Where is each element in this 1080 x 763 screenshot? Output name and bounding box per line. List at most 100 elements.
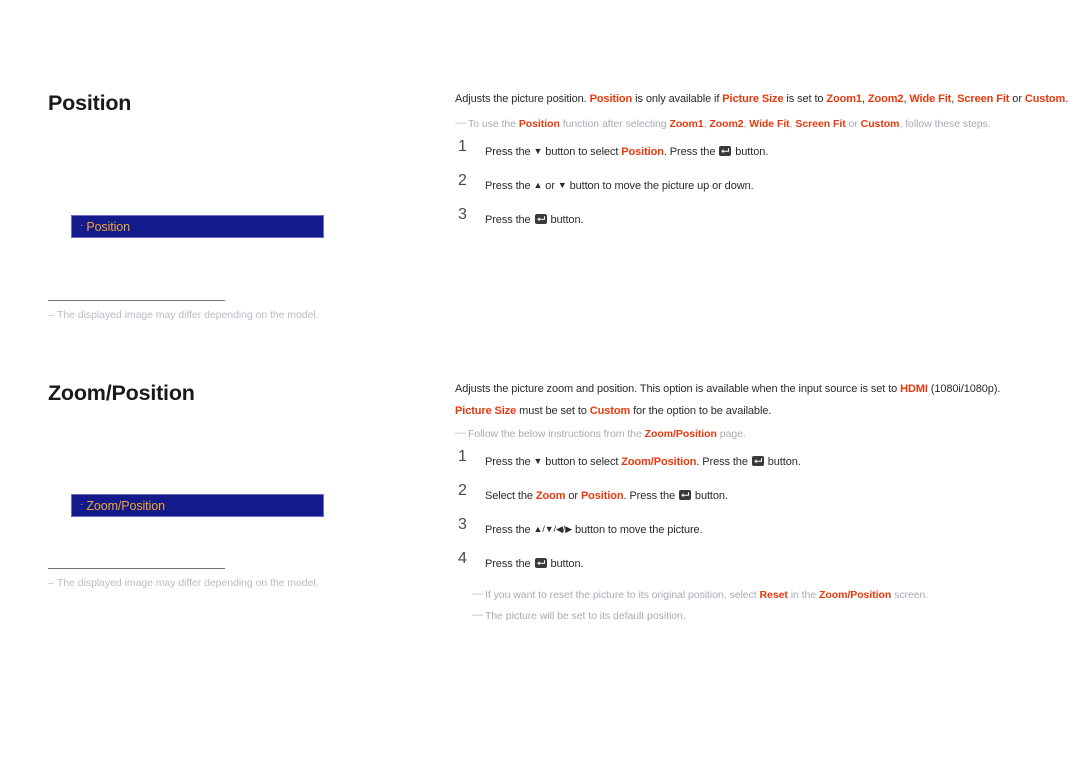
highlight-zoom: Zoom bbox=[535, 490, 566, 502]
dash-marker: – bbox=[48, 577, 54, 589]
step-seg: or bbox=[542, 180, 558, 192]
intro-seg: Adjusts the picture position. bbox=[455, 93, 590, 105]
zoom-end-note-reset: — If you want to reset the picture to its… bbox=[472, 588, 1055, 602]
step-number: 1 bbox=[458, 448, 467, 465]
step-seg: button. bbox=[547, 214, 584, 226]
enter-key-icon bbox=[534, 558, 547, 568]
menu-item-label: Zoom/Position bbox=[86, 498, 165, 513]
step-seg: button to move the picture up or down. bbox=[566, 180, 754, 192]
intro-seg: or bbox=[1009, 93, 1025, 105]
step-text: Press the button. bbox=[485, 214, 584, 226]
arrow-down-icon: ▼ bbox=[533, 456, 543, 466]
intro-seg: for the option to be available. bbox=[630, 405, 772, 417]
step-seg: . Press the bbox=[623, 490, 678, 502]
step-item: 3 Press the button. bbox=[455, 206, 1055, 228]
highlight-zoom-position: Zoom/Position bbox=[621, 456, 697, 468]
zoom-position-right-column: Adjusts the picture zoom and position. T… bbox=[455, 382, 1055, 623]
step-text: Press the ▼ button to select Zoom/Positi… bbox=[485, 456, 801, 468]
step-seg: Press the bbox=[485, 214, 534, 226]
manual-page: Position · Position – The displayed image… bbox=[0, 0, 1080, 763]
position-left-column: Position bbox=[48, 91, 428, 116]
zoom-end-note-default: — The picture will be set to its default … bbox=[472, 609, 1055, 623]
position-right-column: Adjusts the picture position. Position i… bbox=[455, 92, 1068, 228]
intro-seg: . bbox=[1065, 93, 1069, 105]
step-item: 2 Press the ▲ or ▼ button to move the pi… bbox=[455, 172, 1055, 194]
highlight-zoom2: Zoom2 bbox=[867, 93, 904, 105]
highlight-position: Position bbox=[589, 93, 633, 105]
footnote-text: The displayed image may differ depending… bbox=[57, 577, 319, 589]
highlight-wide-fit: Wide Fit bbox=[749, 118, 790, 130]
zoom-intro-line-2: Picture Size must be set to Custom for t… bbox=[455, 404, 1055, 418]
bullet-icon: · bbox=[80, 219, 84, 231]
highlight-zoom2: Zoom2 bbox=[709, 118, 744, 130]
note-seg: If you want to reset the picture to its … bbox=[485, 589, 760, 601]
menu-item-zoom-position[interactable]: · Zoom/Position bbox=[71, 494, 324, 517]
note-seg: in the bbox=[787, 589, 819, 601]
enter-key-icon bbox=[678, 490, 691, 500]
step-seg: button to select bbox=[542, 456, 622, 468]
enter-key-icon bbox=[751, 456, 764, 466]
footnote-divider bbox=[48, 300, 225, 301]
highlight-zoom-position: Zoom/Position bbox=[819, 589, 892, 601]
emdash-marker: — bbox=[472, 609, 483, 621]
intro-seg: (1080i/1080p). bbox=[927, 383, 1001, 395]
zoom-position-note: — Follow the below instructions from the … bbox=[455, 427, 1055, 441]
footnote-position: – The displayed image may differ dependin… bbox=[48, 309, 319, 321]
highlight-hdmi: HDMI bbox=[900, 383, 928, 395]
highlight-position: Position bbox=[580, 490, 624, 502]
step-text: Press the ▲ or ▼ button to move the pict… bbox=[485, 180, 754, 192]
step-number: 2 bbox=[458, 172, 467, 189]
step-seg: button. bbox=[547, 558, 584, 570]
highlight-zoom-position: Zoom/Position bbox=[644, 428, 717, 440]
note-seg: screen. bbox=[891, 589, 929, 601]
step-seg: Press the bbox=[485, 558, 534, 570]
intro-seg: is set to bbox=[783, 93, 827, 105]
zoom-position-left-column: Zoom/Position bbox=[48, 381, 428, 406]
footnote-divider bbox=[48, 568, 225, 569]
step-seg: Press the bbox=[485, 456, 534, 468]
step-seg: button. bbox=[732, 146, 769, 158]
step-seg: button to select bbox=[542, 146, 622, 158]
highlight-zoom1: Zoom1 bbox=[669, 118, 704, 130]
step-seg: button. bbox=[764, 456, 801, 468]
highlight-zoom1: Zoom1 bbox=[826, 93, 862, 105]
intro-seg: must be set to bbox=[516, 405, 590, 417]
highlight-custom: Custom bbox=[860, 118, 900, 130]
step-item: 1 Press the ▼ button to select Position.… bbox=[455, 138, 1055, 160]
highlight-screen-fit: Screen Fit bbox=[795, 118, 846, 130]
highlight-reset: Reset bbox=[759, 589, 788, 601]
menu-item-position[interactable]: · Position bbox=[71, 215, 324, 238]
highlight-picture-size: Picture Size bbox=[722, 93, 784, 105]
arrow-left-icon: ◀ bbox=[555, 524, 563, 534]
intro-seg: Adjusts the picture zoom and position. T… bbox=[455, 383, 901, 395]
step-seg: button. bbox=[691, 490, 728, 502]
highlight-screen-fit: Screen Fit bbox=[957, 93, 1010, 105]
note-seg: Follow the below instructions from the bbox=[468, 428, 645, 440]
page-title-zoom-position: Zoom/Position bbox=[48, 381, 195, 405]
enter-key-icon bbox=[534, 214, 547, 224]
step-number: 2 bbox=[458, 482, 467, 499]
note-seg: To use the bbox=[468, 118, 519, 130]
emdash-marker: — bbox=[472, 588, 483, 600]
note-seg: The picture will be set to its default p… bbox=[485, 610, 686, 622]
step-text: Select the Zoom or Position. Press the b… bbox=[485, 490, 728, 502]
arrow-right-icon: ▶ bbox=[565, 524, 573, 534]
step-text: Press the ▲/▼/◀/▶ button to move the pic… bbox=[485, 524, 703, 536]
step-seg: Press the bbox=[485, 180, 534, 192]
step-number: 3 bbox=[458, 206, 467, 223]
position-intro-paragraph: Adjusts the picture position. Position i… bbox=[455, 92, 1068, 106]
highlight-position: Position bbox=[621, 146, 664, 158]
zoom-intro-line-1: Adjusts the picture zoom and position. T… bbox=[455, 382, 1055, 396]
dash-marker: – bbox=[48, 309, 54, 321]
step-number: 1 bbox=[458, 138, 467, 155]
footnote-text: The displayed image may differ depending… bbox=[57, 309, 319, 321]
highlight-custom: Custom bbox=[589, 405, 631, 417]
arrow-up-icon: ▲ bbox=[533, 180, 543, 190]
step-seg: Press the bbox=[485, 524, 534, 536]
page-title-position: Position bbox=[48, 91, 132, 115]
step-seg: button to move the picture. bbox=[572, 524, 703, 536]
step-number: 4 bbox=[458, 550, 467, 567]
step-item: 3 Press the ▲/▼/◀/▶ button to move the p… bbox=[455, 516, 1055, 538]
arrow-down-icon: ▼ bbox=[544, 524, 554, 534]
step-seg: . Press the bbox=[663, 146, 719, 158]
